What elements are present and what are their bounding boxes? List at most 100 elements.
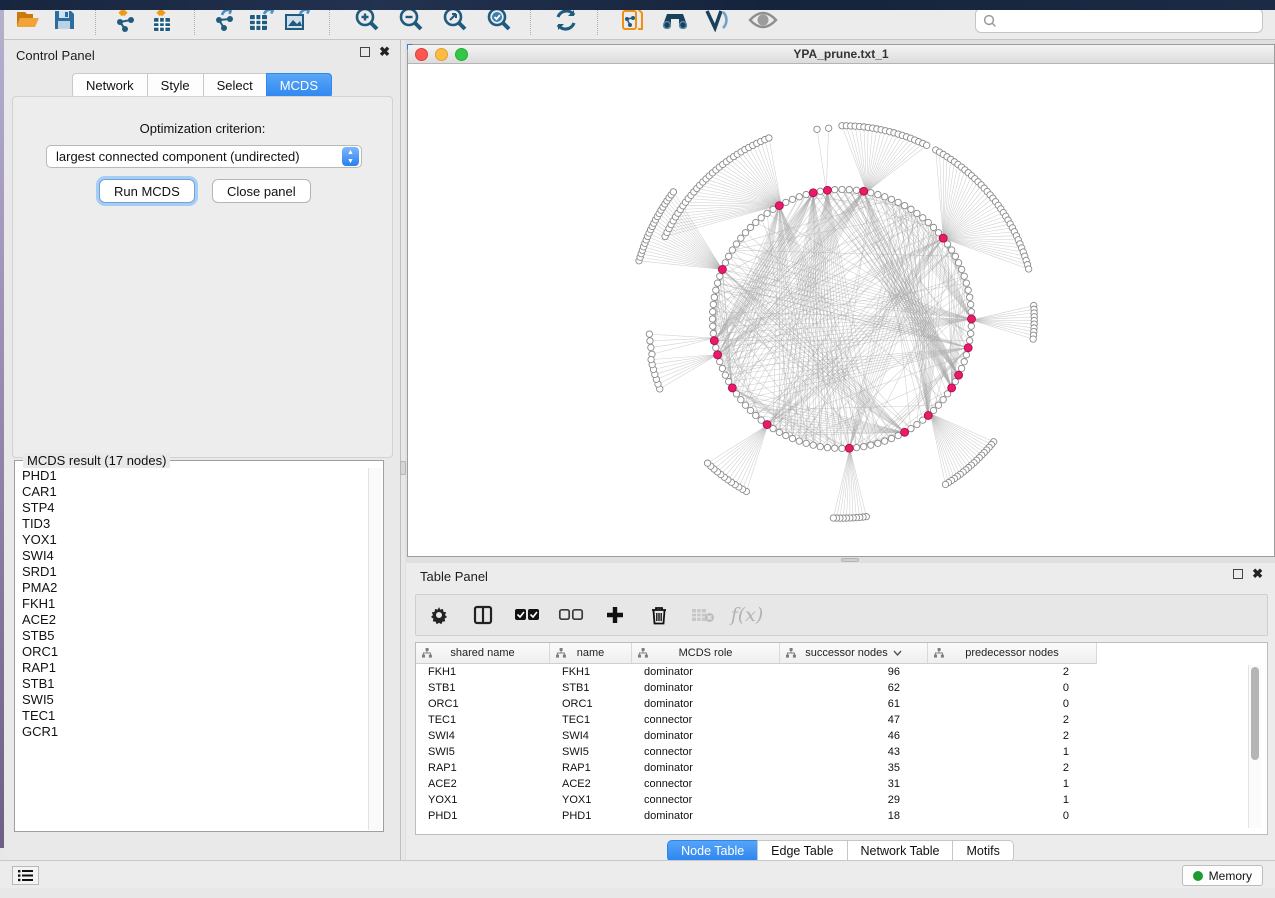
table-cell[interactable]: FKH1 (550, 666, 632, 678)
table-row[interactable]: SWI4SWI4dominator462 (416, 728, 1267, 744)
float-window-icon[interactable] (360, 47, 370, 57)
column-header-shared-name[interactable]: shared name (416, 643, 550, 663)
table-cell[interactable]: YOX1 (550, 794, 632, 806)
mcds-result-item[interactable]: ACE2 (22, 612, 368, 628)
search-input[interactable] (1002, 14, 1262, 28)
table-cell[interactable]: 1 (928, 794, 1097, 806)
table-cell[interactable]: ACE2 (550, 778, 632, 790)
table-cell[interactable]: 0 (928, 810, 1097, 822)
table-cell[interactable]: dominator (632, 698, 780, 710)
table-row[interactable]: RAP1RAP1dominator352 (416, 760, 1267, 776)
table-cell[interactable]: 2 (928, 666, 1097, 678)
table-cell[interactable]: STB1 (550, 682, 632, 694)
memory-button[interactable]: Memory (1182, 865, 1263, 886)
table-cell[interactable]: 96 (780, 666, 928, 678)
table-cell[interactable]: TEC1 (550, 714, 632, 726)
table-cell[interactable]: connector (632, 778, 780, 790)
close-panel-icon[interactable]: ✖ (1252, 569, 1263, 579)
table-row[interactable]: ORC1ORC1dominator610 (416, 696, 1267, 712)
table-cell[interactable]: 1 (928, 778, 1097, 790)
close-panel-icon[interactable]: ✖ (379, 47, 390, 57)
tab-network-table[interactable]: Network Table (847, 840, 953, 862)
mcds-result-item[interactable]: GCR1 (22, 724, 368, 740)
network-window-titlebar[interactable]: YPA_prune.txt_1 (408, 45, 1274, 64)
mcds-result-item[interactable]: CAR1 (22, 484, 368, 500)
task-history-button[interactable] (12, 866, 39, 885)
table-cell[interactable]: 61 (780, 698, 928, 710)
mcds-result-item[interactable]: TEC1 (22, 708, 368, 724)
tab-select[interactable]: Select (203, 73, 266, 98)
column-header-predecessor-nodes[interactable]: predecessor nodes (928, 643, 1097, 663)
select-all-icon[interactable] (514, 602, 540, 628)
table-cell[interactable]: RAP1 (416, 762, 550, 774)
table-cell[interactable]: 29 (780, 794, 928, 806)
mcds-result-item[interactable]: STP4 (22, 500, 368, 516)
table-cell[interactable]: FKH1 (416, 666, 550, 678)
table-cell[interactable]: RAP1 (550, 762, 632, 774)
table-scrollbar-thumb[interactable] (1251, 667, 1259, 760)
close-panel-button[interactable]: Close panel (212, 179, 311, 203)
table-cell[interactable]: PHD1 (550, 810, 632, 822)
add-column-icon[interactable] (602, 602, 628, 628)
table-cell[interactable]: TEC1 (416, 714, 550, 726)
table-cell[interactable]: 46 (780, 730, 928, 742)
mcds-result-item[interactable]: FKH1 (22, 596, 368, 612)
search-box[interactable] (975, 8, 1263, 33)
table-cell[interactable]: 2 (928, 762, 1097, 774)
table-cell[interactable]: STB1 (416, 682, 550, 694)
table-cell[interactable]: PHD1 (416, 810, 550, 822)
vertical-splitter-grip[interactable] (400, 461, 406, 475)
table-cell[interactable]: 2 (928, 730, 1097, 742)
deselect-all-icon[interactable] (558, 602, 584, 628)
mcds-result-list[interactable]: PHD1CAR1STP4TID3YOX1SWI4SRD1PMA2FKH1ACE2… (16, 468, 368, 830)
network-canvas[interactable] (408, 64, 1274, 556)
mcds-result-item[interactable]: STB1 (22, 676, 368, 692)
table-cell[interactable]: YOX1 (416, 794, 550, 806)
tab-edge-table[interactable]: Edge Table (757, 840, 846, 862)
horizontal-splitter-grip[interactable] (841, 558, 859, 562)
table-cell[interactable]: dominator (632, 810, 780, 822)
table-row[interactable]: PHD1PHD1dominator180 (416, 808, 1267, 824)
table-row[interactable]: ACE2ACE2connector311 (416, 776, 1267, 792)
table-cell[interactable]: dominator (632, 666, 780, 678)
table-cell[interactable]: SWI5 (550, 746, 632, 758)
table-cell[interactable]: connector (632, 746, 780, 758)
delete-column-icon[interactable] (646, 602, 672, 628)
table-cell[interactable]: 35 (780, 762, 928, 774)
table-cell[interactable]: connector (632, 714, 780, 726)
table-cell[interactable]: 31 (780, 778, 928, 790)
table-cell[interactable]: 18 (780, 810, 928, 822)
table-cell[interactable]: dominator (632, 762, 780, 774)
table-row[interactable]: TEC1TEC1connector472 (416, 712, 1267, 728)
mcds-result-item[interactable]: PMA2 (22, 580, 368, 596)
table-cell[interactable]: 0 (928, 698, 1097, 710)
mcds-result-item[interactable]: YOX1 (22, 532, 368, 548)
table-cell[interactable]: 2 (928, 714, 1097, 726)
table-cell[interactable]: ORC1 (416, 698, 550, 710)
mcds-result-item[interactable]: PHD1 (22, 468, 368, 484)
show-columns-icon[interactable] (470, 602, 496, 628)
table-cell[interactable]: ORC1 (550, 698, 632, 710)
mcds-result-item[interactable]: SRD1 (22, 564, 368, 580)
tab-mcds[interactable]: MCDS (266, 73, 332, 98)
tab-network[interactable]: Network (72, 73, 147, 98)
table-cell[interactable]: ACE2 (416, 778, 550, 790)
mcds-result-item[interactable]: SWI4 (22, 548, 368, 564)
column-header-MCDS-role[interactable]: MCDS role (632, 643, 780, 663)
table-cell[interactable]: SWI5 (416, 746, 550, 758)
tab-node-table[interactable]: Node Table (667, 840, 757, 862)
table-cell[interactable]: dominator (632, 730, 780, 742)
table-cell[interactable]: 43 (780, 746, 928, 758)
table-row[interactable]: FKH1FKH1dominator962 (416, 664, 1267, 680)
run-mcds-button[interactable]: Run MCDS (99, 179, 195, 203)
mcds-result-item[interactable]: SWI5 (22, 692, 368, 708)
mcds-result-item[interactable]: ORC1 (22, 644, 368, 660)
column-header-successor-nodes[interactable]: successor nodes (780, 643, 928, 663)
table-scrollbar[interactable] (1248, 665, 1261, 828)
table-cell[interactable]: 62 (780, 682, 928, 694)
table-row[interactable]: STB1STB1dominator620 (416, 680, 1267, 696)
table-settings-icon[interactable] (426, 602, 452, 628)
float-window-icon[interactable] (1233, 569, 1243, 579)
network-window[interactable]: YPA_prune.txt_1 (407, 44, 1275, 557)
table-cell[interactable]: 1 (928, 746, 1097, 758)
